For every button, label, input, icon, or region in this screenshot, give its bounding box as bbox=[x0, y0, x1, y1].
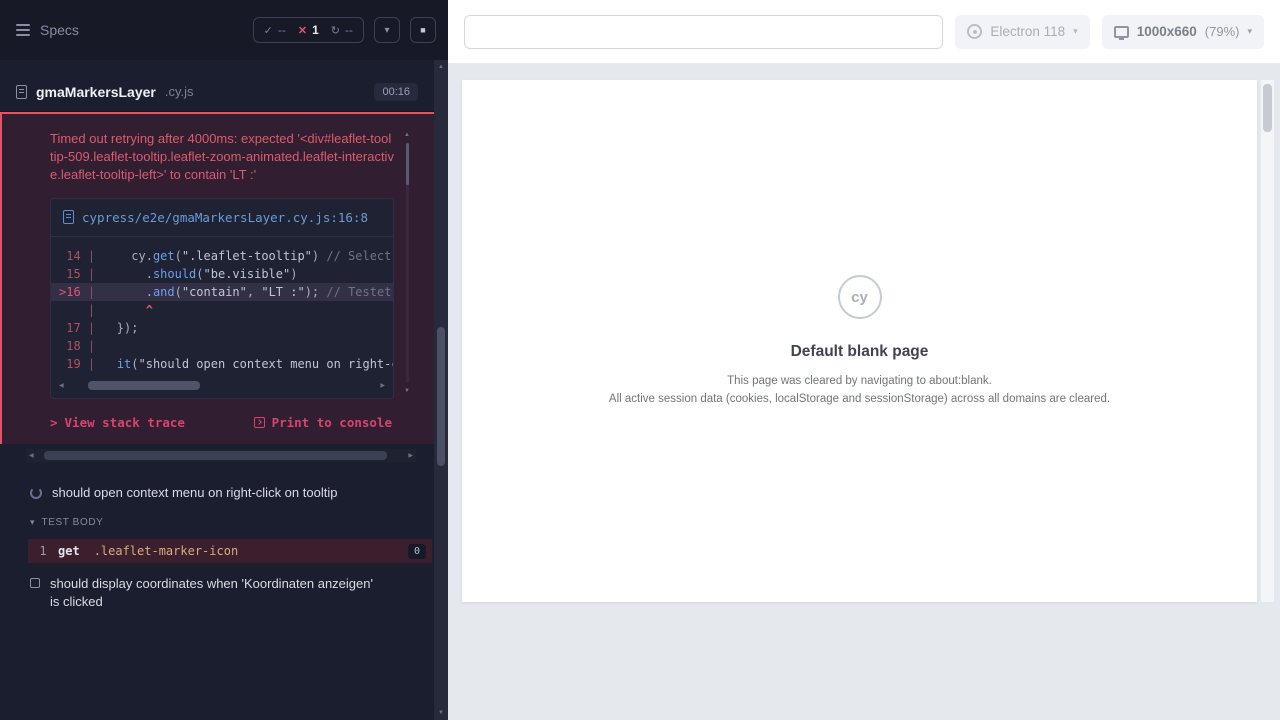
file-icon bbox=[63, 210, 74, 224]
code-frame: cypress/e2e/gmaMarkersLayer.cy.js:16:8 1… bbox=[50, 198, 394, 399]
collapse-button[interactable]: ▾ bbox=[374, 17, 400, 43]
scrollbar-thumb[interactable] bbox=[437, 327, 445, 466]
stat-pending[interactable]: ↻ -- bbox=[331, 23, 353, 37]
spec-header[interactable]: gmaMarkersLayer .cy.js 00:16 bbox=[0, 72, 434, 112]
chevron-down-icon: ▾ bbox=[1247, 26, 1252, 37]
url-input[interactable] bbox=[464, 15, 943, 49]
menu-icon[interactable] bbox=[16, 24, 30, 36]
file-path: cypress/e2e/gmaMarkersLayer.cy.js:16:8 bbox=[82, 209, 368, 226]
spinner-icon bbox=[30, 487, 42, 499]
reporter-content: gmaMarkersLayer .cy.js 00:16 Timed out r… bbox=[0, 60, 434, 720]
stat-passed[interactable]: ✓ -- bbox=[264, 23, 286, 37]
command-count-badge: 0 bbox=[408, 544, 426, 559]
print-to-console-link[interactable]: Print to console bbox=[254, 415, 392, 430]
aut-iframe: cy Default blank page This page was clea… bbox=[462, 80, 1257, 602]
pending-icon: ↻ bbox=[331, 24, 340, 37]
stop-button[interactable]: ■ bbox=[410, 17, 436, 43]
test-error-panel: Timed out retrying after 4000ms: expecte… bbox=[0, 112, 434, 444]
command-log-row[interactable]: 1 get .leaflet-marker-icon 0 bbox=[28, 539, 432, 563]
test-title: should display coordinates when 'Koordin… bbox=[50, 575, 374, 611]
chevron-down-icon: ▾ bbox=[1073, 26, 1078, 37]
browser-selector[interactable]: Electron 118 ▾ bbox=[955, 15, 1089, 49]
cross-icon: ✕ bbox=[298, 24, 307, 37]
print-console-label: Print to console bbox=[272, 415, 392, 430]
test-body-label: TEST BODY bbox=[42, 517, 104, 528]
code-frame-file-link[interactable]: cypress/e2e/gmaMarkersLayer.cy.js:16:8 bbox=[51, 199, 393, 237]
scroll-left-icon[interactable]: ◀ bbox=[26, 452, 37, 459]
scrollbar-thumb[interactable] bbox=[1263, 84, 1272, 132]
blank-page-line1: This page was cleared by navigating to a… bbox=[727, 373, 992, 389]
failed-count: 1 bbox=[312, 23, 319, 37]
file-icon bbox=[16, 85, 27, 99]
scroll-up-icon[interactable]: ▲ bbox=[404, 130, 410, 140]
scroll-right-icon[interactable]: ▶ bbox=[405, 452, 416, 459]
scroll-up-icon[interactable]: ▲ bbox=[438, 60, 444, 74]
cypress-logo: cy bbox=[838, 275, 882, 319]
queued-test-icon bbox=[30, 578, 40, 588]
stat-failed[interactable]: ✕ 1 bbox=[298, 23, 319, 37]
spec-extension: .cy.js bbox=[165, 84, 194, 99]
chevron-down-icon: ▾ bbox=[30, 517, 35, 528]
test-title: should open context menu on right-click … bbox=[52, 484, 337, 502]
electron-icon bbox=[967, 24, 982, 39]
scrollbar-thumb[interactable] bbox=[44, 451, 387, 460]
aut-stage: cy Default blank page This page was clea… bbox=[448, 64, 1280, 720]
app-under-test-area: Electron 118 ▾ 1000x660 (79%) ▾ cy Defau… bbox=[448, 0, 1280, 720]
scroll-right-icon[interactable]: ▶ bbox=[378, 382, 387, 389]
spec-name: gmaMarkersLayer bbox=[36, 84, 156, 100]
test-body-toggle[interactable]: ▾ TEST BODY bbox=[0, 510, 434, 535]
command-method: get bbox=[58, 544, 80, 558]
specs-link[interactable]: Specs bbox=[40, 22, 79, 38]
passed-count: -- bbox=[278, 23, 286, 37]
stack-trace-label: View stack trace bbox=[65, 415, 185, 430]
test-stats: ✓ -- ✕ 1 ↻ -- bbox=[253, 17, 364, 43]
browser-label: Electron 118 bbox=[990, 24, 1065, 39]
command-target: .leaflet-marker-icon bbox=[94, 544, 239, 558]
viewport-selector[interactable]: 1000x660 (79%) ▾ bbox=[1102, 15, 1264, 49]
stop-icon: ■ bbox=[420, 25, 425, 35]
scrollbar-thumb[interactable] bbox=[406, 143, 409, 185]
reporter-header: Specs ✓ -- ✕ 1 ↻ -- ▾ ■ bbox=[0, 0, 448, 60]
spec-duration: 00:16 bbox=[374, 83, 418, 101]
blank-page-title: Default blank page bbox=[791, 343, 929, 361]
url-toolbar: Electron 118 ▾ 1000x660 (79%) ▾ bbox=[448, 0, 1280, 64]
viewport-size: 1000x660 bbox=[1137, 24, 1197, 39]
aut-scrollbar[interactable] bbox=[1261, 80, 1274, 602]
code-horizontal-scrollbar[interactable]: ◀ ▶ bbox=[57, 379, 387, 392]
scroll-down-icon[interactable]: ▼ bbox=[404, 386, 410, 396]
test-item-pending[interactable]: should display coordinates when 'Koordin… bbox=[0, 567, 434, 619]
error-actions: > View stack trace Print to console bbox=[50, 415, 394, 430]
reporter-scrollbar[interactable]: ▲ ▼ bbox=[434, 60, 448, 720]
console-icon bbox=[254, 417, 265, 428]
cypress-reporter: Specs ✓ -- ✕ 1 ↻ -- ▾ ■ gmaMark bbox=[0, 0, 448, 720]
code-lines: 14 | cy.get(".leaflet-tooltip") // Selec… bbox=[51, 237, 393, 375]
view-stack-trace-link[interactable]: > View stack trace bbox=[50, 415, 185, 430]
pending-count: -- bbox=[345, 23, 353, 37]
scroll-left-icon[interactable]: ◀ bbox=[57, 382, 66, 389]
scroll-down-icon[interactable]: ▼ bbox=[438, 706, 444, 720]
error-vertical-scrollbar[interactable]: ▲ ▼ bbox=[402, 130, 412, 396]
command-number: 1 bbox=[28, 544, 58, 558]
scrollbar-thumb[interactable] bbox=[88, 381, 201, 390]
blank-page-line2: All active session data (cookies, localS… bbox=[609, 391, 1110, 407]
error-horizontal-scrollbar[interactable]: ◀ ▶ bbox=[26, 449, 416, 462]
viewport-scale: (79%) bbox=[1205, 24, 1240, 39]
test-list: should open context menu on right-click … bbox=[0, 462, 434, 619]
reporter-body: gmaMarkersLayer .cy.js 00:16 Timed out r… bbox=[0, 60, 448, 720]
error-message: Timed out retrying after 4000ms: expecte… bbox=[50, 130, 394, 184]
test-item-active[interactable]: should open context menu on right-click … bbox=[0, 476, 434, 510]
chevron-down-icon: ▾ bbox=[384, 25, 389, 36]
check-icon: ✓ bbox=[264, 24, 273, 37]
viewport-icon bbox=[1114, 26, 1129, 38]
prompt-icon: > bbox=[50, 415, 58, 430]
